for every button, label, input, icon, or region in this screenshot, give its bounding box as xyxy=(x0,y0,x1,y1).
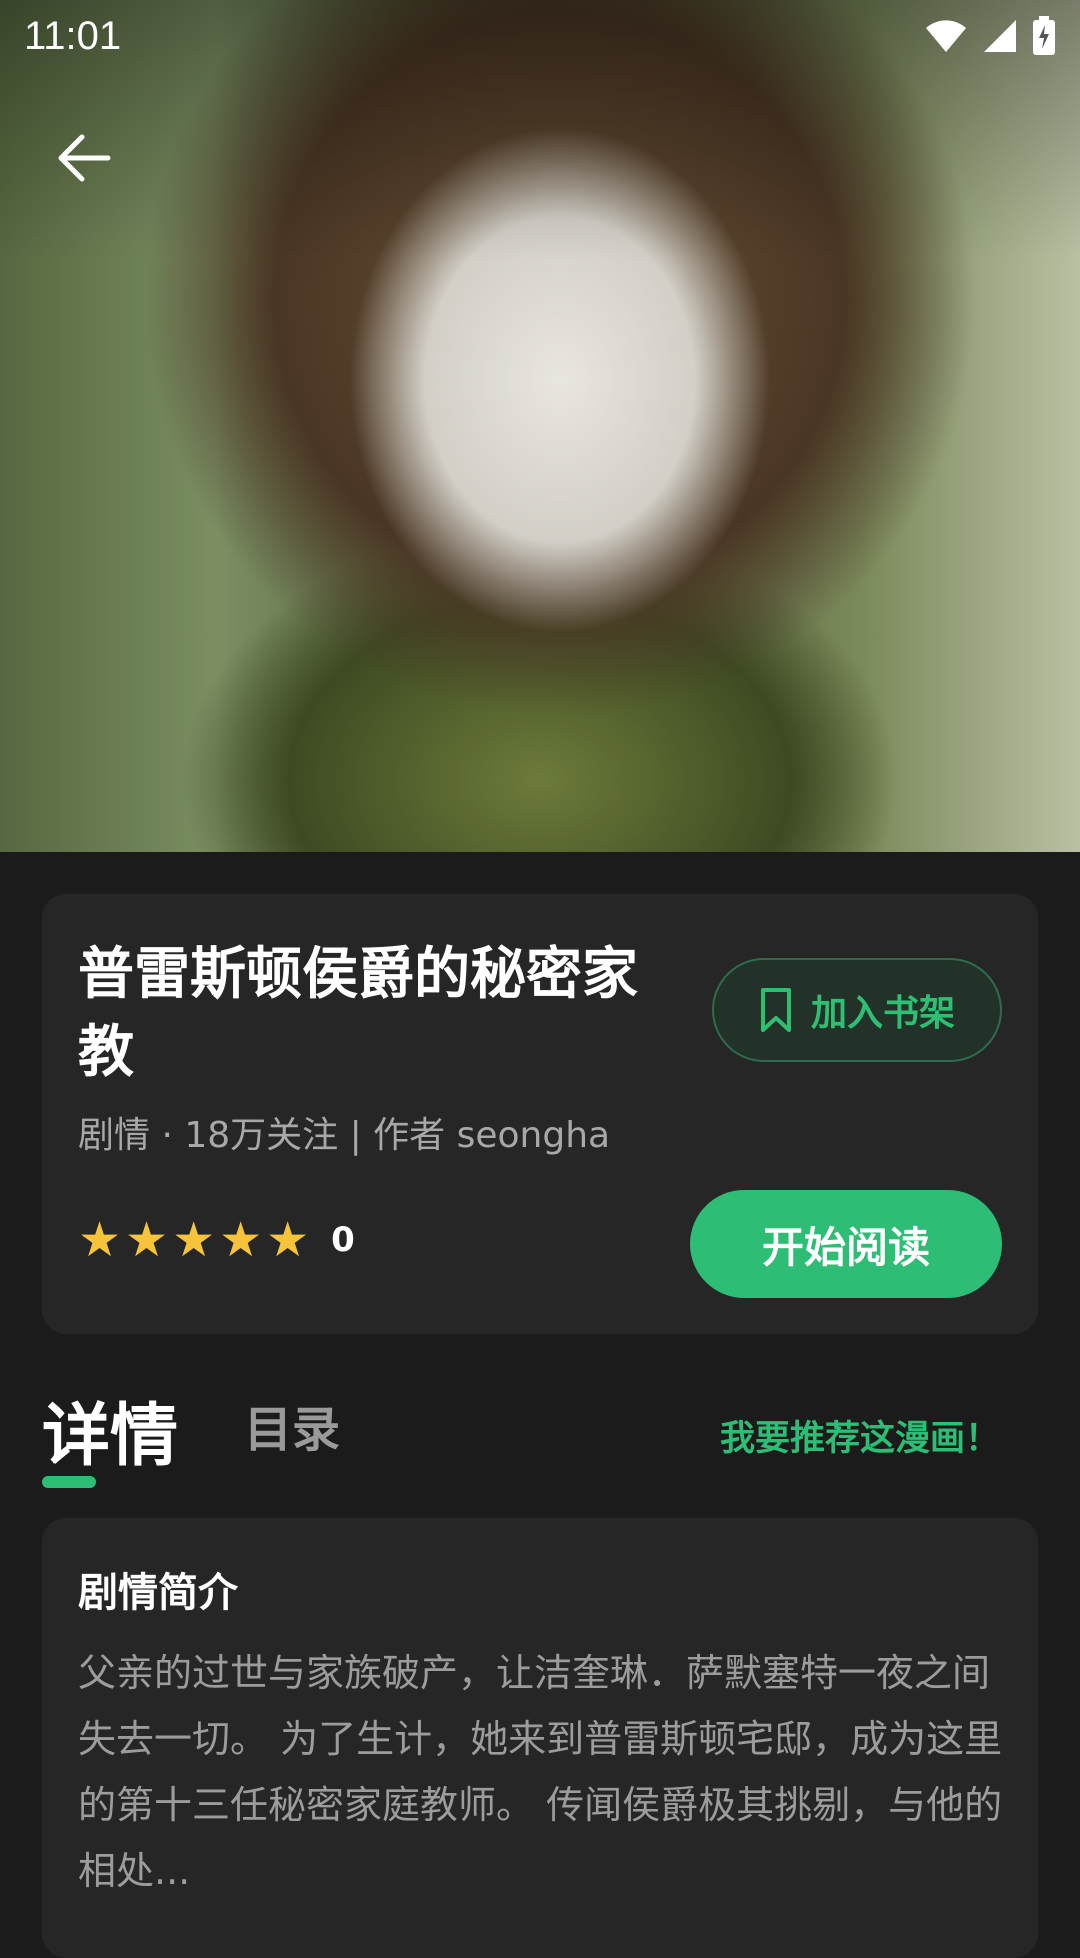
synopsis-heading: 剧情简介 xyxy=(78,1570,238,1616)
synopsis-card: 剧情简介 父亲的过世与家族破产，让洁奎琳．萨默塞特一夜之间失去一切。 为了生计，… xyxy=(42,1518,1038,1958)
start-reading-button[interactable]: 开始阅读 xyxy=(690,1190,1002,1298)
comic-info-card: 普雷斯顿侯爵的秘密家教 加入书架 剧情 · 18万关注 | 作者 seongha… xyxy=(42,894,1038,1334)
star-icon: ★ xyxy=(125,1212,169,1268)
recommend-link[interactable]: 我要推荐这漫画！ xyxy=(720,1410,1000,1461)
start-reading-label: 开始阅读 xyxy=(761,1222,930,1272)
comic-meta: 剧情 · 18万关注 | 作者 seongha xyxy=(78,1115,611,1156)
status-icons xyxy=(924,16,1056,56)
star-icon: ★ xyxy=(266,1212,310,1268)
star-icon: ★ xyxy=(219,1212,263,1268)
arrow-left-icon xyxy=(58,134,111,182)
add-to-bookshelf-button[interactable]: 加入书架 xyxy=(712,958,1002,1062)
wifi-icon xyxy=(926,20,966,52)
comic-title: 普雷斯顿侯爵的秘密家教 xyxy=(78,942,638,1085)
synopsis-text[interactable]: 父亲的过世与家族破产，让洁奎琳．萨默塞特一夜之间失去一切。 为了生计，她来到普雷… xyxy=(78,1640,1008,1904)
cover-image xyxy=(0,0,1080,852)
back-button[interactable] xyxy=(52,126,116,190)
rating: ★ ★ ★ ★ ★ 0 xyxy=(78,1216,355,1264)
signal-icon xyxy=(984,20,1016,52)
rating-value: 0 xyxy=(331,1220,355,1260)
battery-icon xyxy=(1033,16,1055,55)
status-bar: 11:01 xyxy=(0,0,1080,72)
tab-active-indicator xyxy=(42,1476,96,1488)
status-time: 11:01 xyxy=(24,13,122,58)
tab-detail[interactable]: 详情 xyxy=(42,1380,178,1479)
star-icon: ★ xyxy=(172,1212,216,1268)
bookmark-icon xyxy=(760,988,791,1032)
tab-toc[interactable]: 目录 xyxy=(244,1390,340,1460)
bookshelf-label: 加入书架 xyxy=(810,993,955,1034)
star-icon: ★ xyxy=(78,1212,122,1268)
